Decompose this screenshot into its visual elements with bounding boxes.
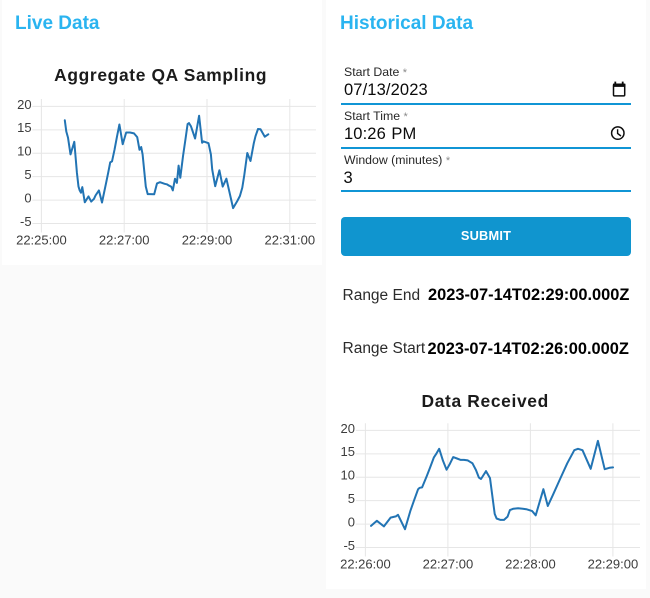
svg-text:0: 0 (24, 190, 31, 205)
svg-text:22:28:00: 22:28:00 (505, 556, 556, 571)
svg-text:-5: -5 (20, 214, 32, 229)
svg-text:5: 5 (348, 491, 355, 506)
svg-text:-5: -5 (343, 538, 355, 553)
svg-text:22:29:00: 22:29:00 (588, 556, 639, 571)
svg-text:22:29:00: 22:29:00 (182, 232, 233, 247)
svg-text:22:25:00: 22:25:00 (16, 232, 67, 247)
svg-text:0: 0 (348, 514, 355, 529)
svg-text:22:27:00: 22:27:00 (423, 556, 474, 571)
svg-text:22:26:00: 22:26:00 (340, 556, 391, 571)
svg-text:10: 10 (341, 468, 355, 483)
svg-text:10: 10 (17, 144, 31, 159)
svg-text:15: 15 (341, 444, 355, 459)
svg-text:22:27:00: 22:27:00 (99, 232, 150, 247)
svg-text:20: 20 (17, 97, 31, 112)
svg-text:15: 15 (17, 120, 31, 135)
svg-text:22:31:00: 22:31:00 (264, 232, 315, 247)
svg-text:5: 5 (24, 167, 31, 182)
svg-text:20: 20 (341, 421, 355, 436)
